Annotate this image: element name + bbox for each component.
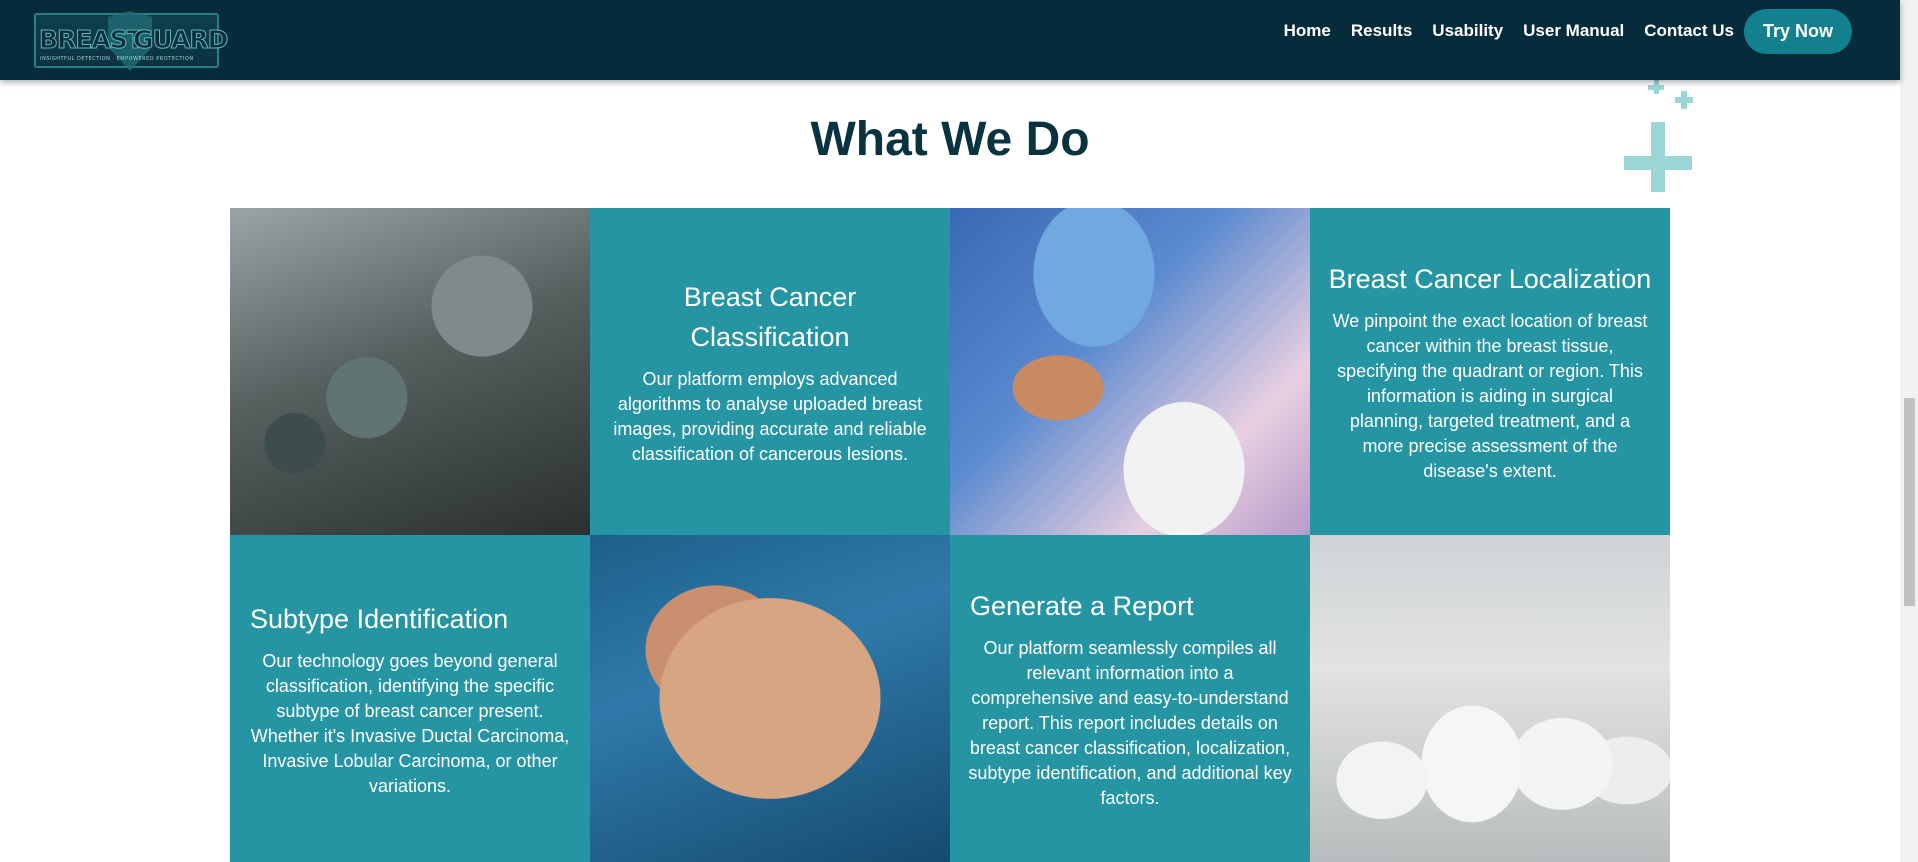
card-classification: Breast Cancer Classification Our platfor… bbox=[590, 208, 950, 535]
main-nav: Home Results Usability User Manual Conta… bbox=[1264, 8, 1852, 54]
operating-room-image bbox=[230, 208, 590, 535]
nav-home[interactable]: Home bbox=[1284, 21, 1331, 41]
card-title: Generate a Report bbox=[970, 591, 1194, 621]
card-body: Our platform seamlessly compiles all rel… bbox=[968, 638, 1292, 808]
site-header: BREAST GUARD INSIGHTFUL DETECTION · EMPO… bbox=[0, 0, 1900, 80]
try-now-button[interactable]: Try Now bbox=[1743, 8, 1852, 54]
medical-team-image bbox=[1310, 535, 1670, 862]
scrollbar-thumb[interactable] bbox=[1904, 398, 1915, 606]
logo-word-breast: BREAST bbox=[39, 25, 145, 55]
card-title: Breast Cancer Localization bbox=[1328, 264, 1652, 294]
card-body: We pinpoint the exact location of breast… bbox=[1332, 311, 1648, 481]
services-grid: Breast Cancer Classification Our platfor… bbox=[230, 208, 1670, 862]
card-report: Generate a Report Our platform seamlessl… bbox=[950, 535, 1310, 862]
card-body: Our technology goes beyond general class… bbox=[250, 650, 570, 796]
card-subtype: Subtype Identification Our technology go… bbox=[230, 535, 590, 862]
nav-usability[interactable]: Usability bbox=[1432, 21, 1503, 41]
page-scrollbar[interactable] bbox=[1900, 0, 1918, 862]
breastguard-logo[interactable]: BREAST GUARD INSIGHTFUL DETECTION · EMPO… bbox=[34, 11, 229, 71]
holding-hands-image bbox=[590, 535, 950, 862]
card-title: Subtype Identification bbox=[250, 603, 509, 634]
section-title: What We Do bbox=[810, 113, 1090, 166]
card-title: Breast Cancer Classification bbox=[683, 281, 857, 352]
nav-contact-us[interactable]: Contact Us bbox=[1644, 21, 1734, 41]
nav-user-manual[interactable]: User Manual bbox=[1523, 21, 1624, 41]
card-body: Our platform employs advanced algorithms… bbox=[613, 368, 927, 464]
logo-word-guard: GUARD bbox=[132, 25, 228, 55]
logo-tagline: INSIGHTFUL DETECTION · EMPOWERED PROTECT… bbox=[40, 56, 194, 62]
card-localization: Breast Cancer Localization We pinpoint t… bbox=[1310, 208, 1670, 535]
nav-results[interactable]: Results bbox=[1351, 21, 1412, 41]
surgeon-image bbox=[950, 208, 1310, 535]
